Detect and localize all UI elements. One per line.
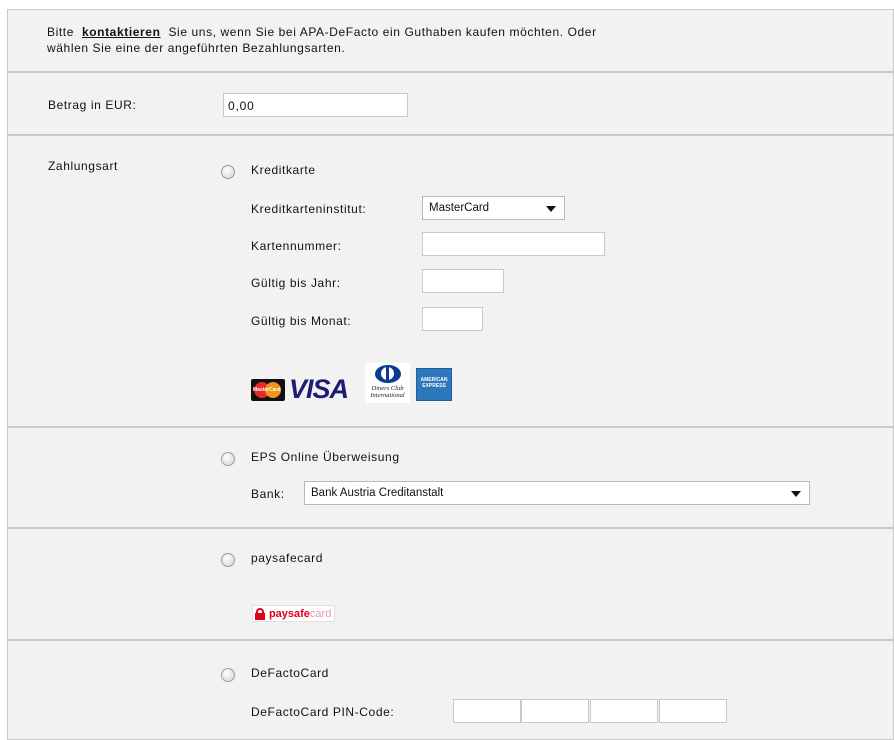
credit-card-radio-label: Kreditkarte (251, 163, 316, 177)
chevron-down-icon (546, 206, 556, 212)
bank-label: Bank: (251, 487, 285, 501)
credit-card-radio[interactable] (221, 165, 235, 179)
bank-select[interactable]: Bank Austria Creditanstalt (304, 481, 810, 505)
payment-method-label: Zahlungsart (48, 159, 118, 173)
contact-link[interactable]: kontaktieren (82, 25, 161, 39)
amount-panel: Betrag in EUR: 0,00 (7, 72, 894, 135)
paysafecard-radio-label: paysafecard (251, 551, 323, 565)
mastercard-logo: MasterCard (251, 379, 285, 401)
card-number-input[interactable] (422, 232, 605, 256)
diners-club-logo: Diners Club International (365, 363, 410, 403)
diners-club-text: Diners Club International (370, 385, 405, 399)
card-institute-label: Kreditkarteninstitut: (251, 202, 367, 216)
paysafecard-panel: paysafecard paysafecard (7, 528, 894, 640)
paysafecard-radio[interactable] (221, 553, 235, 567)
pin-input-2[interactable] (521, 699, 589, 723)
intro-line-2: wählen Sie eine der angeführten Bezahlun… (47, 41, 346, 55)
intro-panel: Bitte kontaktieren Sie uns, wenn Sie bei… (7, 9, 894, 72)
card-institute-value: MasterCard (429, 202, 490, 214)
paysafecard-logo: paysafecard (252, 605, 336, 622)
credit-card-panel: Zahlungsart Kreditkarte Kreditkarteninst… (7, 135, 894, 427)
pin-input-4[interactable] (659, 699, 727, 723)
mastercard-logo-text: MasterCard (253, 387, 281, 393)
amount-label: Betrag in EUR: (48, 98, 137, 112)
chevron-down-icon (791, 491, 801, 497)
intro-text-before: Bitte (47, 25, 75, 39)
expiry-year-label: Gültig bis Jahr: (251, 276, 341, 290)
paysafecard-logo-bold: paysafe (268, 607, 310, 620)
eps-radio[interactable] (221, 452, 235, 466)
expiry-year-input[interactable] (422, 269, 504, 293)
lock-icon (255, 607, 265, 620)
pin-input-1[interactable] (453, 699, 521, 723)
amex-logo-text: AMERICAN EXPRESS (420, 377, 448, 389)
amount-input[interactable]: 0,00 (223, 93, 408, 117)
defactocard-panel: DeFactoCard DeFactoCard PIN-Code: (7, 640, 894, 740)
amex-logo: AMERICAN EXPRESS (416, 368, 452, 401)
pin-code-label: DeFactoCard PIN-Code: (251, 705, 395, 719)
bank-select-value: Bank Austria Creditanstalt (311, 487, 444, 499)
pin-input-3[interactable] (590, 699, 658, 723)
paysafecard-logo-light: card (309, 607, 332, 620)
expiry-month-label: Gültig bis Monat: (251, 314, 352, 328)
defactocard-radio[interactable] (221, 668, 235, 682)
card-number-label: Kartennummer: (251, 239, 342, 253)
eps-radio-label: EPS Online Überweisung (251, 450, 400, 464)
expiry-month-input[interactable] (422, 307, 483, 331)
eps-panel: EPS Online Überweisung Bank: Bank Austri… (7, 427, 894, 528)
intro-text-after: Sie uns, wenn Sie bei APA-DeFacto ein Gu… (168, 25, 597, 39)
card-institute-select[interactable]: MasterCard (422, 196, 565, 220)
visa-logo: VISA (289, 374, 349, 404)
intro-line-1: Bitte kontaktieren Sie uns, wenn Sie bei… (47, 25, 597, 39)
defactocard-radio-label: DeFactoCard (251, 666, 329, 680)
